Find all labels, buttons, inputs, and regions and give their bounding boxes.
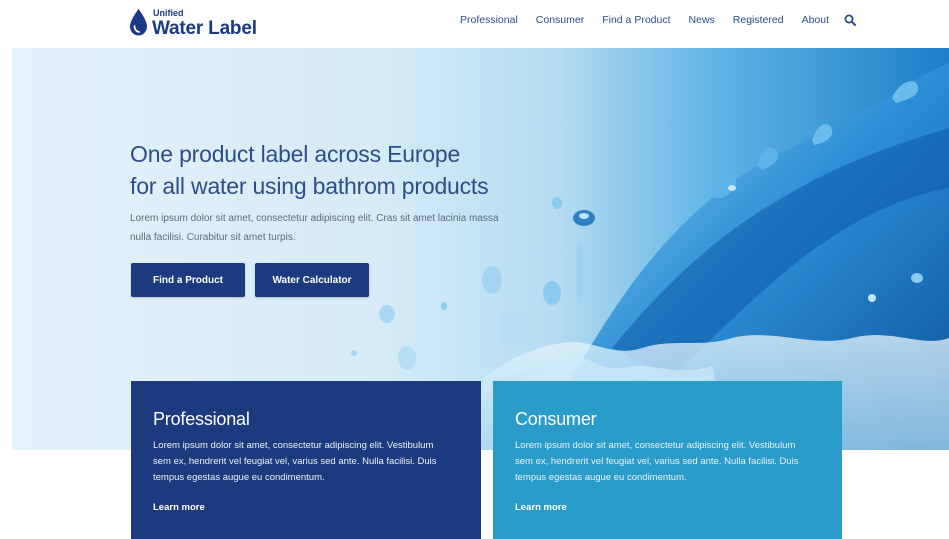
- find-a-product-button[interactable]: Find a Product: [131, 263, 245, 297]
- hero-title-line1: One product label across Europe: [130, 141, 461, 167]
- hero-text-line1: Lorem ipsum dolor sit amet, consectetur …: [130, 213, 499, 224]
- professional-card: Professional Lorem ipsum dolor sit amet,…: [131, 381, 481, 539]
- professional-text-line1: Lorem ipsum dolor sit amet, consectetur …: [153, 440, 434, 451]
- consumer-text-line2: sem ex, hendrerit vel feugiat vel, variu…: [515, 456, 799, 467]
- hero-description: Lorem ipsum dolor sit amet, consectetur …: [130, 209, 530, 247]
- consumer-card-text: Lorem ipsum dolor sit amet, consectetur …: [515, 438, 815, 486]
- nav-item-professional[interactable]: Professional: [460, 14, 518, 26]
- nav-item-consumer[interactable]: Consumer: [536, 14, 584, 26]
- logo[interactable]: Unified Water Label: [129, 6, 257, 38]
- site-header: Unified Water Label Professional Consume…: [0, 0, 949, 48]
- consumer-text-line1: Lorem ipsum dolor sit amet, consectetur …: [515, 440, 796, 451]
- nav-item-about[interactable]: About: [802, 14, 829, 26]
- logo-big-text: Water Label: [152, 18, 257, 39]
- search-icon[interactable]: [844, 14, 857, 26]
- professional-text-line2: sem ex, hendrerit vel feugiat vel, variu…: [153, 456, 437, 467]
- consumer-text-line3: tempus egestas augue eu condimentum.: [515, 472, 687, 483]
- hero-title-line2: for all water using bathrom products: [130, 173, 489, 199]
- nav-item-news[interactable]: News: [689, 14, 715, 26]
- consumer-card: Consumer Lorem ipsum dolor sit amet, con…: [493, 381, 842, 539]
- nav-item-registered[interactable]: Registered: [733, 14, 784, 26]
- consumer-learn-more-link[interactable]: Learn more: [515, 502, 567, 513]
- professional-learn-more-link[interactable]: Learn more: [153, 502, 205, 513]
- nav-item-find-a-product[interactable]: Find a Product: [602, 14, 670, 26]
- logo-small-text: Unified: [153, 8, 184, 18]
- water-drop-icon: [130, 9, 147, 36]
- hero-title: One product label across Europe for all …: [130, 138, 560, 202]
- water-calculator-button[interactable]: Water Calculator: [255, 263, 369, 297]
- professional-card-title: Professional: [153, 409, 250, 429]
- consumer-card-title: Consumer: [515, 409, 597, 429]
- main-nav: Professional Consumer Find a Product New…: [460, 14, 857, 26]
- hero-text-line2: nulla facilisi. Curabitur sit amet turpi…: [130, 232, 296, 243]
- professional-text-line3: tempus egestas augue eu condimentum.: [153, 472, 325, 483]
- professional-card-text: Lorem ipsum dolor sit amet, consectetur …: [153, 438, 453, 486]
